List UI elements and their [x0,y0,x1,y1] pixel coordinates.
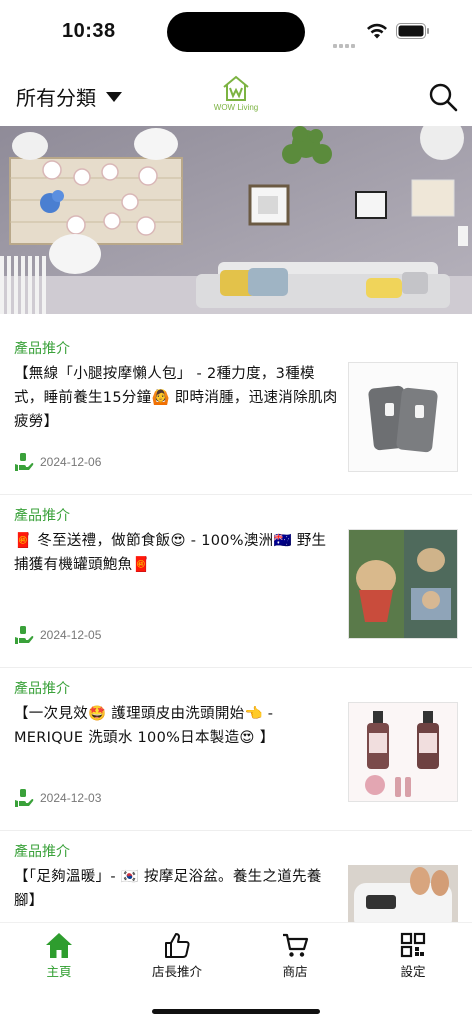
dynamic-island [167,12,305,52]
home-icon [46,933,72,958]
article-tag: 產品推介 [14,341,70,357]
caret-down-icon [106,91,122,102]
article-title: 【「足夠溫暖」- 🇰🇷 按摩足浴盆。養生之道先養腳】 [14,869,322,909]
tab-label: 店長推介 [151,964,202,979]
article-title: 🧧 冬至送禮，做節食飯😍 - 100%澳洲🇦🇺 野生捕獲有機罐頭鮑魚🧧 [14,533,327,573]
hero-banner-image [0,126,472,314]
tab-label: 商店 [282,964,308,979]
article-card[interactable]: 產品推介 🧧 冬至送禮，做節食飯😍 - 100%澳洲🇦🇺 野生捕獲有機罐頭鮑魚🧧… [0,495,472,668]
article-thumbnail [348,865,458,922]
home-indicator [152,1009,320,1014]
article-meta: 2024-12-06 [14,452,101,472]
house-logo-icon [223,75,249,101]
category-label: 所有分類 [16,86,96,110]
hero-banner[interactable] [0,126,472,314]
article-date: 2024-12-05 [40,628,102,642]
article-feed: 產品推介 【無線「小腿按摩懶人包」 - 2種力度，3種模式，睡前養生15分鐘🙆 … [0,328,472,922]
app-header: 所有分類 WOW Living [0,64,472,126]
article-date: 2024-12-03 [40,791,102,805]
hand-offer-icon [15,626,34,644]
shampoo-bottles-image [349,703,457,801]
grid-settings-icon [400,932,426,958]
status-time: 10:38 [62,20,116,42]
category-dropdown[interactable]: 所有分類 [16,82,122,111]
battery-icon [396,23,429,39]
search-icon[interactable] [428,82,458,112]
article-title: 【無線「小腿按摩懶人包」 - 2種力度，3種模式，睡前養生15分鐘🙆 即時消腫，… [14,366,338,430]
article-thumbnail [348,529,458,639]
wifi-icon [367,23,387,39]
hand-offer-icon [15,453,34,471]
article-date: 2024-12-06 [40,455,102,469]
wow-living-logo: WOW Living [206,74,266,118]
article-meta: 2024-12-05 [14,625,101,645]
leg-massager-image [349,363,457,471]
article-title: 【一次見效🤩 護理頭皮由洗頭開始👈 - MERIQUE 洗頭水 100%日本製造… [14,706,275,746]
article-tag: 產品推介 [14,508,70,524]
abalone-collage-image [349,530,457,638]
tab-shop[interactable]: 商店 [236,931,354,991]
thumbs-up-icon [165,933,190,958]
tab-settings[interactable]: 設定 [354,931,472,991]
article-tag: 產品推介 [14,844,70,860]
article-card[interactable]: 產品推介 【「足夠溫暖」- 🇰🇷 按摩足浴盆。養生之道先養腳】 [0,831,472,922]
tab-label: 設定 [400,964,426,979]
article-thumbnail [348,702,458,802]
hand-offer-icon [15,789,34,807]
article-tag: 產品推介 [14,681,70,697]
cellular-signal-icon [333,30,359,48]
cart-icon [283,933,309,957]
article-thumbnail [348,362,458,472]
tab-recommendations[interactable]: 店長推介 [118,931,236,991]
article-card[interactable]: 產品推介 【一次見效🤩 護理頭皮由洗頭開始👈 - MERIQUE 洗頭水 100… [0,668,472,831]
article-meta: 2024-12-03 [14,788,101,808]
tab-home[interactable]: 主頁 [0,931,118,991]
article-card[interactable]: 產品推介 【無線「小腿按摩懶人包」 - 2種力度，3種模式，睡前養生15分鐘🙆 … [0,328,472,495]
logo-text: WOW Living [213,103,259,112]
foot-spa-image [348,865,458,922]
tab-label: 主頁 [46,964,72,979]
status-bar: 10:38 [0,0,472,64]
